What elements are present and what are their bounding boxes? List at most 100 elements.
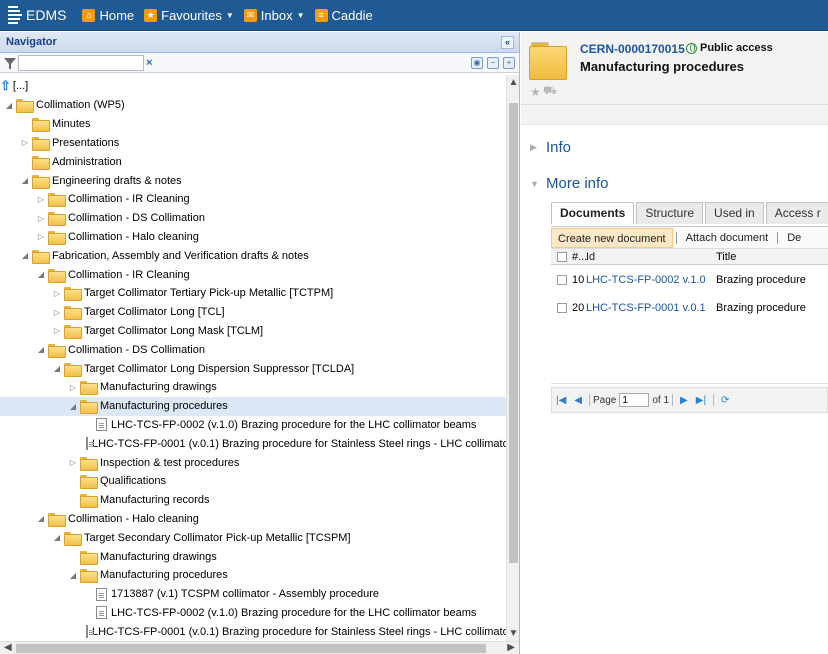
add-to-caddie-icon[interactable]: ⛟: [543, 85, 557, 99]
scroll-thumb[interactable]: [16, 644, 486, 653]
favourite-star-icon[interactable]: ★: [530, 85, 541, 99]
tree-expanded-icon[interactable]: ◢: [68, 402, 78, 411]
page-number-input[interactable]: [619, 393, 650, 407]
navigator-filter-input[interactable]: [18, 54, 144, 71]
tree-item[interactable]: ▷ Inspection & test procedures: [0, 453, 506, 472]
tree-item[interactable]: ▷ Target Collimator Long Mask [TCLM]: [0, 322, 506, 341]
previous-page-icon[interactable]: ◀: [574, 395, 582, 406]
tree-collapsed-icon[interactable]: ▷: [68, 458, 78, 467]
header-id[interactable]: Id: [586, 251, 716, 263]
topnav-inbox[interactable]: ✉ Inbox ▼: [243, 7, 305, 23]
tree-item[interactable]: ▷ Target Collimator Tertiary Pick-up Meta…: [0, 284, 506, 303]
more-info-section-toggle[interactable]: ▼ More info: [530, 175, 609, 192]
tree-expanded-icon[interactable]: ◢: [68, 571, 78, 580]
tree-item[interactable]: ▷ Manufacturing drawings: [0, 378, 506, 397]
tree-expanded-icon[interactable]: ◢: [36, 345, 46, 354]
tab-documents[interactable]: Documents: [551, 202, 635, 224]
tree-item[interactable]: ◢ Collimation - Halo cleaning: [0, 510, 506, 529]
collapse-all-icon[interactable]: −: [487, 56, 499, 69]
tree-item[interactable]: LHC-TCS-FP-0002 (v.1.0) Brazing procedur…: [0, 416, 506, 435]
tree-expanded-icon[interactable]: ◢: [20, 176, 30, 185]
eye-icon[interactable]: ◉: [471, 56, 483, 69]
tree-item-label: Collimation - IR Cleaning: [68, 193, 190, 206]
first-page-icon[interactable]: |◀: [556, 395, 566, 406]
tree-item[interactable]: Manufacturing drawings: [0, 547, 506, 566]
topnav-inbox-label: Inbox: [260, 7, 293, 23]
tree-item[interactable]: ◢ Target Collimator Long Dispersion Suppr…: [0, 359, 506, 378]
tree-item[interactable]: 1713887 (v.1) TCSPM collimator - Assembl…: [0, 585, 506, 604]
tree-up-item[interactable]: ⇧ [...]: [0, 77, 506, 96]
scroll-left-icon[interactable]: ◀: [4, 642, 12, 653]
topnav-caddie[interactable]: ≡ Caddie: [314, 8, 373, 23]
topnav-home[interactable]: ⌂ Home: [82, 8, 134, 23]
scroll-right-icon[interactable]: ▶: [507, 642, 515, 653]
brand[interactable]: EDMS: [0, 0, 72, 31]
row-title: Brazing procedure: [716, 302, 806, 314]
tree-item[interactable]: ◢ Collimation - DS Collimation: [0, 340, 506, 359]
tree-item[interactable]: ▷ Collimation - IR Cleaning: [0, 190, 506, 209]
refresh-icon[interactable]: ⟳: [721, 395, 729, 406]
tree-item[interactable]: Minutes: [0, 115, 506, 134]
row-id-link[interactable]: LHC-TCS-FP-0001 v.0.1: [586, 302, 716, 314]
tree-collapsed-icon[interactable]: ▷: [36, 214, 46, 223]
header-num[interactable]: #...: [572, 251, 587, 263]
tree-item[interactable]: Qualifications: [0, 472, 506, 491]
tree-collapsed-icon[interactable]: ▷: [20, 138, 30, 147]
tree-item[interactable]: ◢ Fabrication, Assembly and Verification …: [0, 246, 506, 265]
tree-item[interactable]: ◢ Collimation - IR Cleaning: [0, 265, 506, 284]
tree-collapsed-icon[interactable]: ▷: [68, 383, 78, 392]
topnav-favourites[interactable]: ★ Favourites ▼: [144, 8, 234, 23]
tree-collapsed-icon[interactable]: ▷: [36, 232, 46, 241]
row-checkbox[interactable]: [557, 303, 567, 313]
last-page-icon[interactable]: ▶|: [696, 395, 706, 406]
tree-item[interactable]: ◢ Target Secondary Collimator Pick-up Met…: [0, 528, 506, 547]
tree-expanded-icon[interactable]: ◢: [4, 101, 14, 110]
tree-expanded-icon[interactable]: ◢: [36, 270, 46, 279]
clear-filter-icon[interactable]: ×: [146, 57, 152, 69]
tree-expanded-icon[interactable]: ◢: [20, 251, 30, 260]
info-section-toggle[interactable]: ▶ Info: [530, 139, 571, 156]
expand-all-icon[interactable]: +: [503, 56, 515, 69]
tree-collapsed-icon[interactable]: ▷: [36, 195, 46, 204]
tree-item[interactable]: ▷ Collimation - DS Collimation: [0, 209, 506, 228]
tree-up-label: [...]: [12, 80, 29, 93]
scroll-thumb[interactable]: [509, 103, 518, 563]
table-row[interactable]: 20 LHC-TCS-FP-0001 v.0.1 Brazing procedu…: [551, 295, 828, 321]
delete-button[interactable]: De: [781, 228, 807, 248]
tree-item[interactable]: Manufacturing records: [0, 491, 506, 510]
row-id-link[interactable]: LHC-TCS-FP-0002 v.1.0: [586, 274, 716, 286]
tree-expanded-icon[interactable]: ◢: [52, 364, 62, 373]
next-page-icon[interactable]: ▶: [680, 395, 688, 406]
select-all-checkbox[interactable]: [557, 251, 567, 262]
tab-structure[interactable]: Structure: [636, 202, 704, 224]
navigator-horizontal-scrollbar[interactable]: ◀ ▶: [0, 641, 519, 654]
tree-collapsed-icon[interactable]: ▷: [52, 326, 62, 335]
tree-item[interactable]: ◢ Manufacturing procedures: [0, 566, 506, 585]
pager-page-label: Page: [593, 394, 617, 406]
scroll-down-icon[interactable]: ▼: [507, 628, 520, 639]
tree-item[interactable]: ◢ Engineering drafts & notes: [0, 171, 506, 190]
tab-access-rights[interactable]: Access r: [765, 202, 828, 224]
tree-item[interactable]: Administration: [0, 152, 506, 171]
attach-document-button[interactable]: Attach document: [680, 228, 775, 248]
tree-item[interactable]: LHC-TCS-FP-0002 (v.1.0) Brazing procedur…: [0, 604, 506, 623]
tree-expanded-icon[interactable]: ◢: [52, 533, 62, 542]
tree-item[interactable]: ▷ Collimation - Halo cleaning: [0, 228, 506, 247]
row-checkbox[interactable]: [557, 275, 567, 285]
tree-item[interactable]: ▷ Presentations: [0, 134, 506, 153]
tree-item[interactable]: LHC-TCS-FP-0001 (v.0.1) Brazing procedur…: [0, 434, 506, 453]
tree-item[interactable]: ◢ Manufacturing procedures: [0, 396, 506, 416]
tree-item[interactable]: LHC-TCS-FP-0001 (v.0.1) Brazing procedur…: [0, 622, 506, 641]
tree-collapsed-icon[interactable]: ▷: [52, 289, 62, 298]
tree-item[interactable]: ◢ Collimation (WP5): [0, 96, 506, 115]
tree-collapsed-icon[interactable]: ▷: [52, 308, 62, 317]
navigator-vertical-scrollbar[interactable]: ▲ ▼: [506, 75, 519, 641]
tab-used-in[interactable]: Used in: [705, 202, 764, 224]
tree-expanded-icon[interactable]: ◢: [36, 514, 46, 523]
create-new-document-button[interactable]: Create new document: [551, 227, 673, 248]
header-title[interactable]: Title: [716, 251, 816, 263]
collapse-panel-icon[interactable]: «: [501, 35, 514, 49]
tree-item[interactable]: ▷ Target Collimator Long [TCL]: [0, 303, 506, 322]
scroll-up-icon[interactable]: ▲: [507, 77, 520, 88]
table-row[interactable]: 10 LHC-TCS-FP-0002 v.1.0 Brazing procedu…: [551, 267, 828, 293]
